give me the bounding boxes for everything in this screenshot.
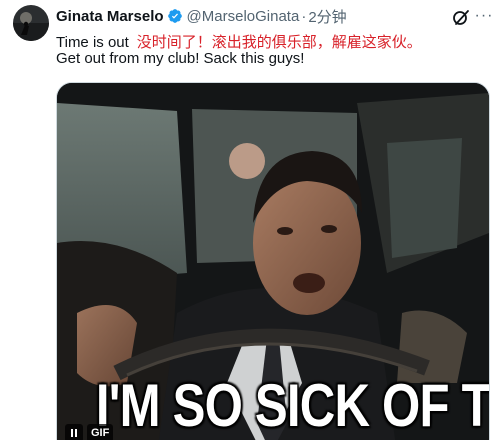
tweet-header: Ginata Marselo @MarseloGinata · 2分钟: [56, 6, 347, 26]
media-controls: GIF: [65, 424, 114, 440]
author-handle[interactable]: @MarseloGinata: [187, 8, 300, 25]
tweet-timestamp[interactable]: 2分钟: [308, 6, 346, 27]
avatar[interactable]: [13, 5, 49, 41]
avatar-image: [13, 5, 49, 41]
pause-icon[interactable]: [65, 424, 83, 440]
verified-badge-icon: [167, 8, 183, 24]
author-name[interactable]: Ginata Marselo: [56, 8, 164, 25]
tweet: Ginata Marselo @MarseloGinata · 2分钟 ··· …: [0, 0, 500, 440]
gif-caption: I'M SO SICK OF THIS: [95, 372, 489, 439]
tweet-text-en: Time is out: [56, 34, 129, 51]
grok-icon[interactable]: [451, 7, 471, 27]
tweet-text-line-2: Get out from my club! Sack this guys!: [56, 50, 305, 67]
tweet-text-zh: 没时间了！滚出我的俱乐部，解雇这家伙。: [136, 34, 422, 51]
gif-badge: GIF: [87, 424, 114, 440]
separator-dot: ·: [301, 7, 307, 25]
gif-media[interactable]: I'M SO SICK OF THIS GIF: [56, 82, 490, 440]
more-icon[interactable]: ···: [472, 4, 496, 28]
tweet-text-line-1: Time is out 没时间了！滚出我的俱乐部，解雇这家伙。: [56, 31, 422, 52]
